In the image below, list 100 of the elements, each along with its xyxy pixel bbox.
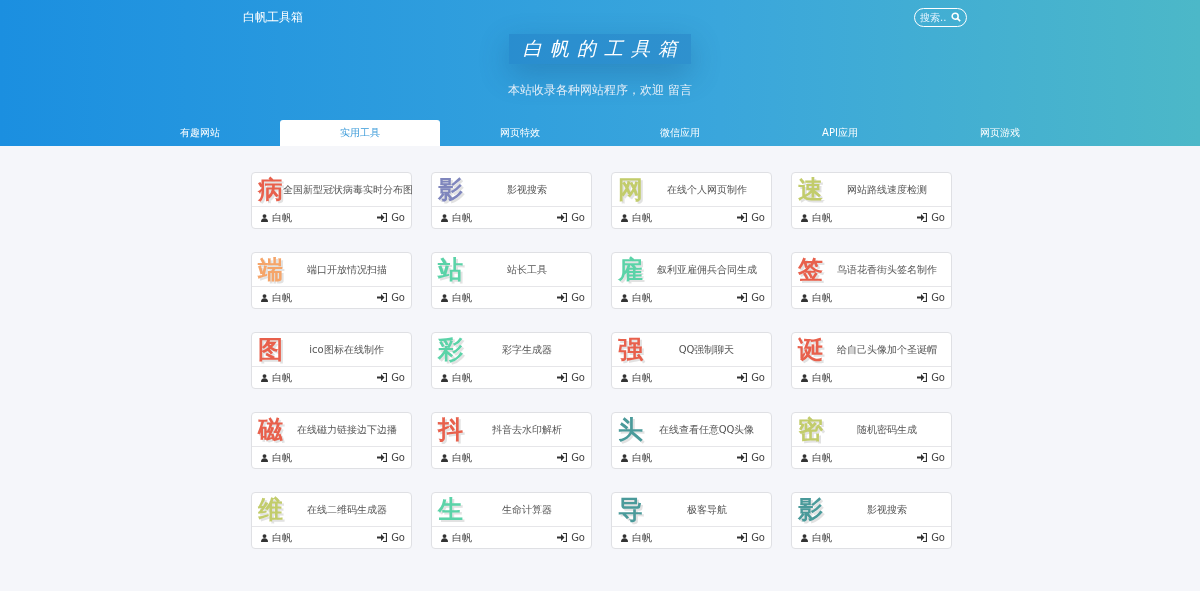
go-link[interactable]: Go (391, 212, 405, 223)
tool-title: 生命计算器 (500, 502, 553, 517)
tool-card[interactable]: 强 QQ强制聊天 白帆 Go (611, 332, 772, 389)
tool-glyph: 强 (618, 334, 644, 366)
author-name: 白帆 (812, 370, 832, 385)
author-name: 白帆 (632, 370, 652, 385)
tool-card[interactable]: 诞 给自己头像加个圣诞帽 白帆 Go (791, 332, 952, 389)
tool-title: QQ强制聊天 (677, 342, 736, 357)
tool-title: 彩字生成器 (500, 342, 553, 357)
tool-card[interactable]: 头 在线查看任意QQ头像 白帆 Go (611, 412, 772, 469)
user-icon (621, 533, 628, 542)
go-link[interactable]: Go (391, 452, 405, 463)
user-icon (441, 453, 448, 462)
tool-card[interactable]: 导 极客导航 白帆 Go (611, 492, 772, 549)
go-link[interactable]: Go (931, 372, 945, 383)
tool-card[interactable]: 端 端口开放情况扫描 白帆 Go (251, 252, 412, 309)
sign-in-icon (737, 373, 748, 382)
tool-glyph: 生 (438, 494, 464, 526)
tool-title: 鸟语花香街头签名制作 (835, 262, 938, 277)
sign-in-icon (917, 453, 928, 462)
user-icon (261, 373, 268, 382)
sign-in-icon (557, 293, 568, 302)
tool-card[interactable]: 网 在线个人网页制作 白帆 Go (611, 172, 772, 229)
go-link[interactable]: Go (391, 292, 405, 303)
page-title: 白帆的工具箱 (509, 34, 691, 64)
go-link[interactable]: Go (571, 292, 585, 303)
tool-card[interactable]: 密 随机密码生成 白帆 Go (791, 412, 952, 469)
author-name: 白帆 (272, 210, 292, 225)
tool-card[interactable]: 雇 叙利亚雇佣兵合同生成 白帆 Go (611, 252, 772, 309)
tool-card[interactable]: 速 网站路线速度检测 白帆 Go (791, 172, 952, 229)
search-icon[interactable] (951, 12, 961, 22)
author-name: 白帆 (452, 450, 472, 465)
go-link[interactable]: Go (931, 452, 945, 463)
go-link[interactable]: Go (571, 452, 585, 463)
sign-in-icon (737, 453, 748, 462)
go-link[interactable]: Go (391, 532, 405, 543)
tool-title: 端口开放情况扫描 (305, 262, 388, 277)
tool-title: ico图标在线制作 (308, 342, 385, 357)
user-icon (621, 453, 628, 462)
tool-card[interactable]: 生 生命计算器 白帆 Go (431, 492, 592, 549)
tool-card[interactable]: 签 鸟语花香街头签名制作 白帆 Go (791, 252, 952, 309)
tool-glyph: 签 (798, 254, 824, 286)
tool-title: 站长工具 (505, 262, 548, 277)
tool-glyph: 影 (438, 174, 464, 206)
sign-in-icon (917, 293, 928, 302)
tool-card[interactable]: 图 ico图标在线制作 白帆 Go (251, 332, 412, 389)
sign-in-icon (377, 533, 388, 542)
go-link[interactable]: Go (571, 212, 585, 223)
tool-glyph: 彩 (438, 334, 464, 366)
tool-card[interactable]: 彩 彩字生成器 白帆 Go (431, 332, 592, 389)
author-name: 白帆 (812, 530, 832, 545)
tool-title: 随机密码生成 (855, 422, 918, 437)
go-link[interactable]: Go (571, 372, 585, 383)
go-link[interactable]: Go (751, 452, 765, 463)
tool-glyph: 端 (258, 254, 284, 286)
go-link[interactable]: Go (931, 292, 945, 303)
go-link[interactable]: Go (931, 532, 945, 543)
author-name: 白帆 (272, 450, 292, 465)
user-icon (621, 213, 628, 222)
tool-title: 网站路线速度检测 (845, 182, 928, 197)
user-icon (261, 533, 268, 542)
tool-title: 在线个人网页制作 (665, 182, 748, 197)
author-name: 白帆 (272, 290, 292, 305)
author-name: 白帆 (272, 370, 292, 385)
user-icon (261, 293, 268, 302)
sign-in-icon (557, 213, 568, 222)
author-name: 白帆 (632, 290, 652, 305)
tool-card[interactable]: 磁 在线磁力链接边下边播 白帆 Go (251, 412, 412, 469)
tool-glyph: 图 (258, 334, 284, 366)
tool-title: 给自己头像加个圣诞帽 (835, 342, 938, 357)
author-name: 白帆 (812, 450, 832, 465)
user-icon (441, 213, 448, 222)
user-icon (621, 293, 628, 302)
go-link[interactable]: Go (751, 372, 765, 383)
tool-card[interactable]: 站 站长工具 白帆 Go (431, 252, 592, 309)
tool-card[interactable]: 影 影视搜索 白帆 Go (791, 492, 952, 549)
tool-glyph: 雇 (618, 254, 644, 286)
author-name: 白帆 (452, 210, 472, 225)
user-icon (441, 373, 448, 382)
search-field[interactable]: 搜索.. (914, 7, 967, 27)
user-icon (441, 533, 448, 542)
tool-title: 极客导航 (685, 502, 728, 517)
author-name: 白帆 (452, 530, 472, 545)
tool-glyph: 磁 (258, 414, 284, 446)
go-link[interactable]: Go (571, 532, 585, 543)
go-link[interactable]: Go (391, 372, 405, 383)
go-link[interactable]: Go (751, 532, 765, 543)
sign-in-icon (557, 373, 568, 382)
go-link[interactable]: Go (751, 212, 765, 223)
user-icon (801, 293, 808, 302)
tool-card[interactable]: 维 在线二维码生成器 白帆 Go (251, 492, 412, 549)
user-icon (801, 213, 808, 222)
tool-card[interactable]: 影 影视搜索 白帆 Go (431, 172, 592, 229)
sign-in-icon (917, 373, 928, 382)
tool-glyph: 抖 (438, 414, 464, 446)
user-icon (261, 213, 268, 222)
tool-title: 叙利亚雇佣兵合同生成 (655, 262, 758, 277)
go-link[interactable]: Go (931, 212, 945, 223)
tool-card[interactable]: 抖 抖音去水印解析 白帆 Go (431, 412, 592, 469)
go-link[interactable]: Go (751, 292, 765, 303)
